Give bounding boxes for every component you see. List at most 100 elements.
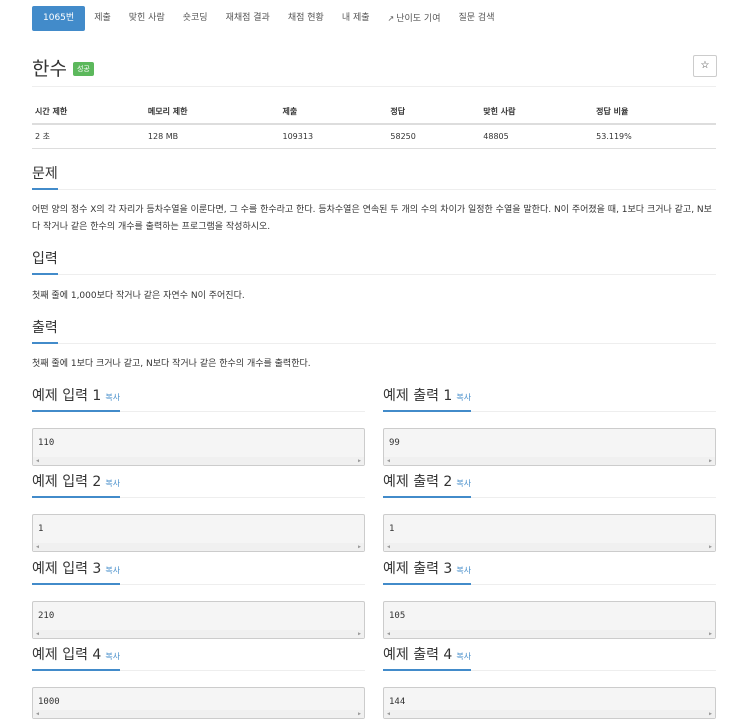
copy-button[interactable]: 복사 [105, 393, 120, 402]
sample-input-3: 예제 입력 3 복사 210 ◀ ▶ [32, 558, 365, 639]
scroll-left-icon[interactable]: ◀ [387, 544, 390, 550]
problem-heading: 문제 [32, 163, 58, 190]
sample-input-2: 예제 입력 2 복사 1 ◀ ▶ [32, 471, 365, 552]
sample-output-heading: 예제 출력 4 복사 [383, 644, 472, 671]
star-icon[interactable]: ☆ [693, 55, 717, 77]
sample-output-value: 105 [389, 611, 406, 621]
copy-button[interactable]: 복사 [456, 566, 471, 575]
stat-value: 2 초 [32, 124, 145, 149]
sample-input-value: 210 [38, 611, 55, 621]
output-section: 출력 첫째 줄에 1보다 크거나 같고, N보다 작거나 같은 한수의 개수를 … [32, 317, 716, 373]
scroll-left-icon[interactable]: ◀ [387, 458, 390, 464]
sample-output-title: 예제 출력 2 [383, 474, 453, 490]
stats-value-row: 2 초 128 MB 109313 58250 48805 53.119% [32, 124, 716, 149]
sample-output-box[interactable]: 1 ◀ ▶ [383, 514, 716, 552]
sample-input-value: 110 [38, 438, 55, 448]
divider [32, 274, 716, 275]
sample-input-box[interactable]: 110 ◀ ▶ [32, 428, 365, 466]
sample-input-box[interactable]: 1000 ◀ ▶ [32, 687, 365, 719]
horizontal-scrollbar[interactable] [33, 630, 364, 638]
tab-question-search[interactable]: 질문 검색 [450, 6, 504, 31]
scroll-left-icon[interactable]: ◀ [36, 458, 39, 464]
scroll-right-icon[interactable]: ▶ [709, 631, 712, 637]
scroll-left-icon[interactable]: ◀ [387, 711, 390, 717]
tab-judge-status[interactable]: 채점 현황 [279, 6, 333, 31]
sample-output-heading: 예제 출력 1 복사 [383, 385, 472, 412]
scroll-right-icon[interactable]: ▶ [358, 631, 361, 637]
sample-input-value: 1000 [38, 697, 60, 707]
tab-problem[interactable]: 1065번 [32, 6, 86, 31]
copy-button[interactable]: 복사 [105, 652, 120, 661]
stat-value: 48805 [480, 124, 594, 149]
sample-output-heading: 예제 출력 3 복사 [383, 558, 472, 585]
stats-header-row: 시간 제한 메모리 제한 제출 정답 맞힌 사람 정답 비율 [32, 100, 716, 125]
stats-table: 시간 제한 메모리 제한 제출 정답 맞힌 사람 정답 비율 2 초 128 M… [32, 100, 716, 149]
sample-output-4: 예제 출력 4 복사 144 ◀ ▶ [383, 644, 716, 719]
sample-input-box[interactable]: 210 ◀ ▶ [32, 601, 365, 639]
title-row: 한수 성공 [32, 54, 94, 81]
input-description: 첫째 줄에 1,000보다 작거나 같은 자연수 N이 주어진다. [32, 291, 245, 301]
horizontal-scrollbar[interactable] [384, 543, 715, 551]
horizontal-scrollbar[interactable] [384, 710, 715, 718]
problem-section: 문제 어떤 양의 정수 X의 각 자리가 등차수열을 이룬다면, 그 수를 한수… [32, 163, 716, 236]
sample-input-1: 예제 입력 1 복사 110 ◀ ▶ [32, 385, 365, 466]
stat-value: 128 MB [144, 124, 280, 149]
sample-input-box[interactable]: 1 ◀ ▶ [32, 514, 365, 552]
sample-input-title: 예제 입력 2 [32, 474, 102, 490]
copy-button[interactable]: 복사 [105, 479, 120, 488]
tab-my-submissions[interactable]: 내 제출 [333, 6, 379, 31]
scroll-right-icon[interactable]: ▶ [709, 458, 712, 464]
sample-output-box[interactable]: 105 ◀ ▶ [383, 601, 716, 639]
scroll-right-icon[interactable]: ▶ [358, 544, 361, 550]
tab-submit[interactable]: 제출 [85, 6, 120, 31]
tab-difficulty-label: 난이도 기여 [396, 14, 441, 24]
stat-header: 시간 제한 [32, 100, 145, 125]
copy-button[interactable]: 복사 [456, 652, 471, 661]
divider [32, 86, 716, 87]
stat-header: 정답 [387, 100, 481, 125]
tab-short-coding[interactable]: 숏코딩 [174, 6, 217, 31]
sample-output-3: 예제 출력 3 복사 105 ◀ ▶ [383, 558, 716, 639]
status-badge: 성공 [72, 62, 94, 76]
stat-header: 맞힌 사람 [480, 100, 594, 125]
scroll-right-icon[interactable]: ▶ [709, 544, 712, 550]
sample-output-box[interactable]: 99 ◀ ▶ [383, 428, 716, 466]
output-description: 첫째 줄에 1보다 크거나 같고, N보다 작거나 같은 한수의 개수를 출력한… [32, 359, 311, 369]
sample-output-box[interactable]: 144 ◀ ▶ [383, 687, 716, 719]
stat-header: 정답 비율 [593, 100, 716, 125]
scroll-left-icon[interactable]: ◀ [36, 631, 39, 637]
sample-input-value: 1 [38, 524, 44, 534]
problem-title: 한수 [32, 58, 67, 80]
scroll-right-icon[interactable]: ▶ [358, 458, 361, 464]
sample-input-title: 예제 입력 1 [32, 388, 102, 404]
external-link-icon: ↗ [387, 14, 395, 23]
sample-output-title: 예제 출력 4 [383, 647, 453, 663]
horizontal-scrollbar[interactable] [33, 543, 364, 551]
sample-input-heading: 예제 입력 2 복사 [32, 471, 121, 498]
horizontal-scrollbar[interactable] [384, 630, 715, 638]
scroll-right-icon[interactable]: ▶ [709, 711, 712, 717]
sample-input-title: 예제 입력 4 [32, 647, 102, 663]
horizontal-scrollbar[interactable] [384, 457, 715, 465]
stat-header: 제출 [279, 100, 388, 125]
copy-button[interactable]: 복사 [456, 393, 471, 402]
horizontal-scrollbar[interactable] [33, 710, 364, 718]
sample-output-value: 1 [389, 524, 395, 534]
scroll-right-icon[interactable]: ▶ [358, 711, 361, 717]
copy-button[interactable]: 복사 [456, 479, 471, 488]
copy-button[interactable]: 복사 [105, 566, 120, 575]
input-heading: 입력 [32, 248, 58, 275]
horizontal-scrollbar[interactable] [33, 457, 364, 465]
stat-value: 109313 [279, 124, 388, 149]
divider [32, 189, 716, 190]
sample-input-heading: 예제 입력 1 복사 [32, 385, 121, 412]
sample-input-heading: 예제 입력 3 복사 [32, 558, 121, 585]
tab-solved-users[interactable]: 맞힌 사람 [120, 6, 174, 31]
problem-description: 어떤 양의 정수 X의 각 자리가 등차수열을 이룬다면, 그 수를 한수라고 … [32, 205, 712, 232]
scroll-left-icon[interactable]: ◀ [36, 544, 39, 550]
tab-rejudge-results[interactable]: 재채점 결과 [217, 6, 279, 31]
scroll-left-icon[interactable]: ◀ [36, 711, 39, 717]
tab-difficulty-contribution[interactable]: ↗ 난이도 기여 [379, 6, 450, 31]
sample-input-4: 예제 입력 4 복사 1000 ◀ ▶ [32, 644, 365, 719]
scroll-left-icon[interactable]: ◀ [387, 631, 390, 637]
